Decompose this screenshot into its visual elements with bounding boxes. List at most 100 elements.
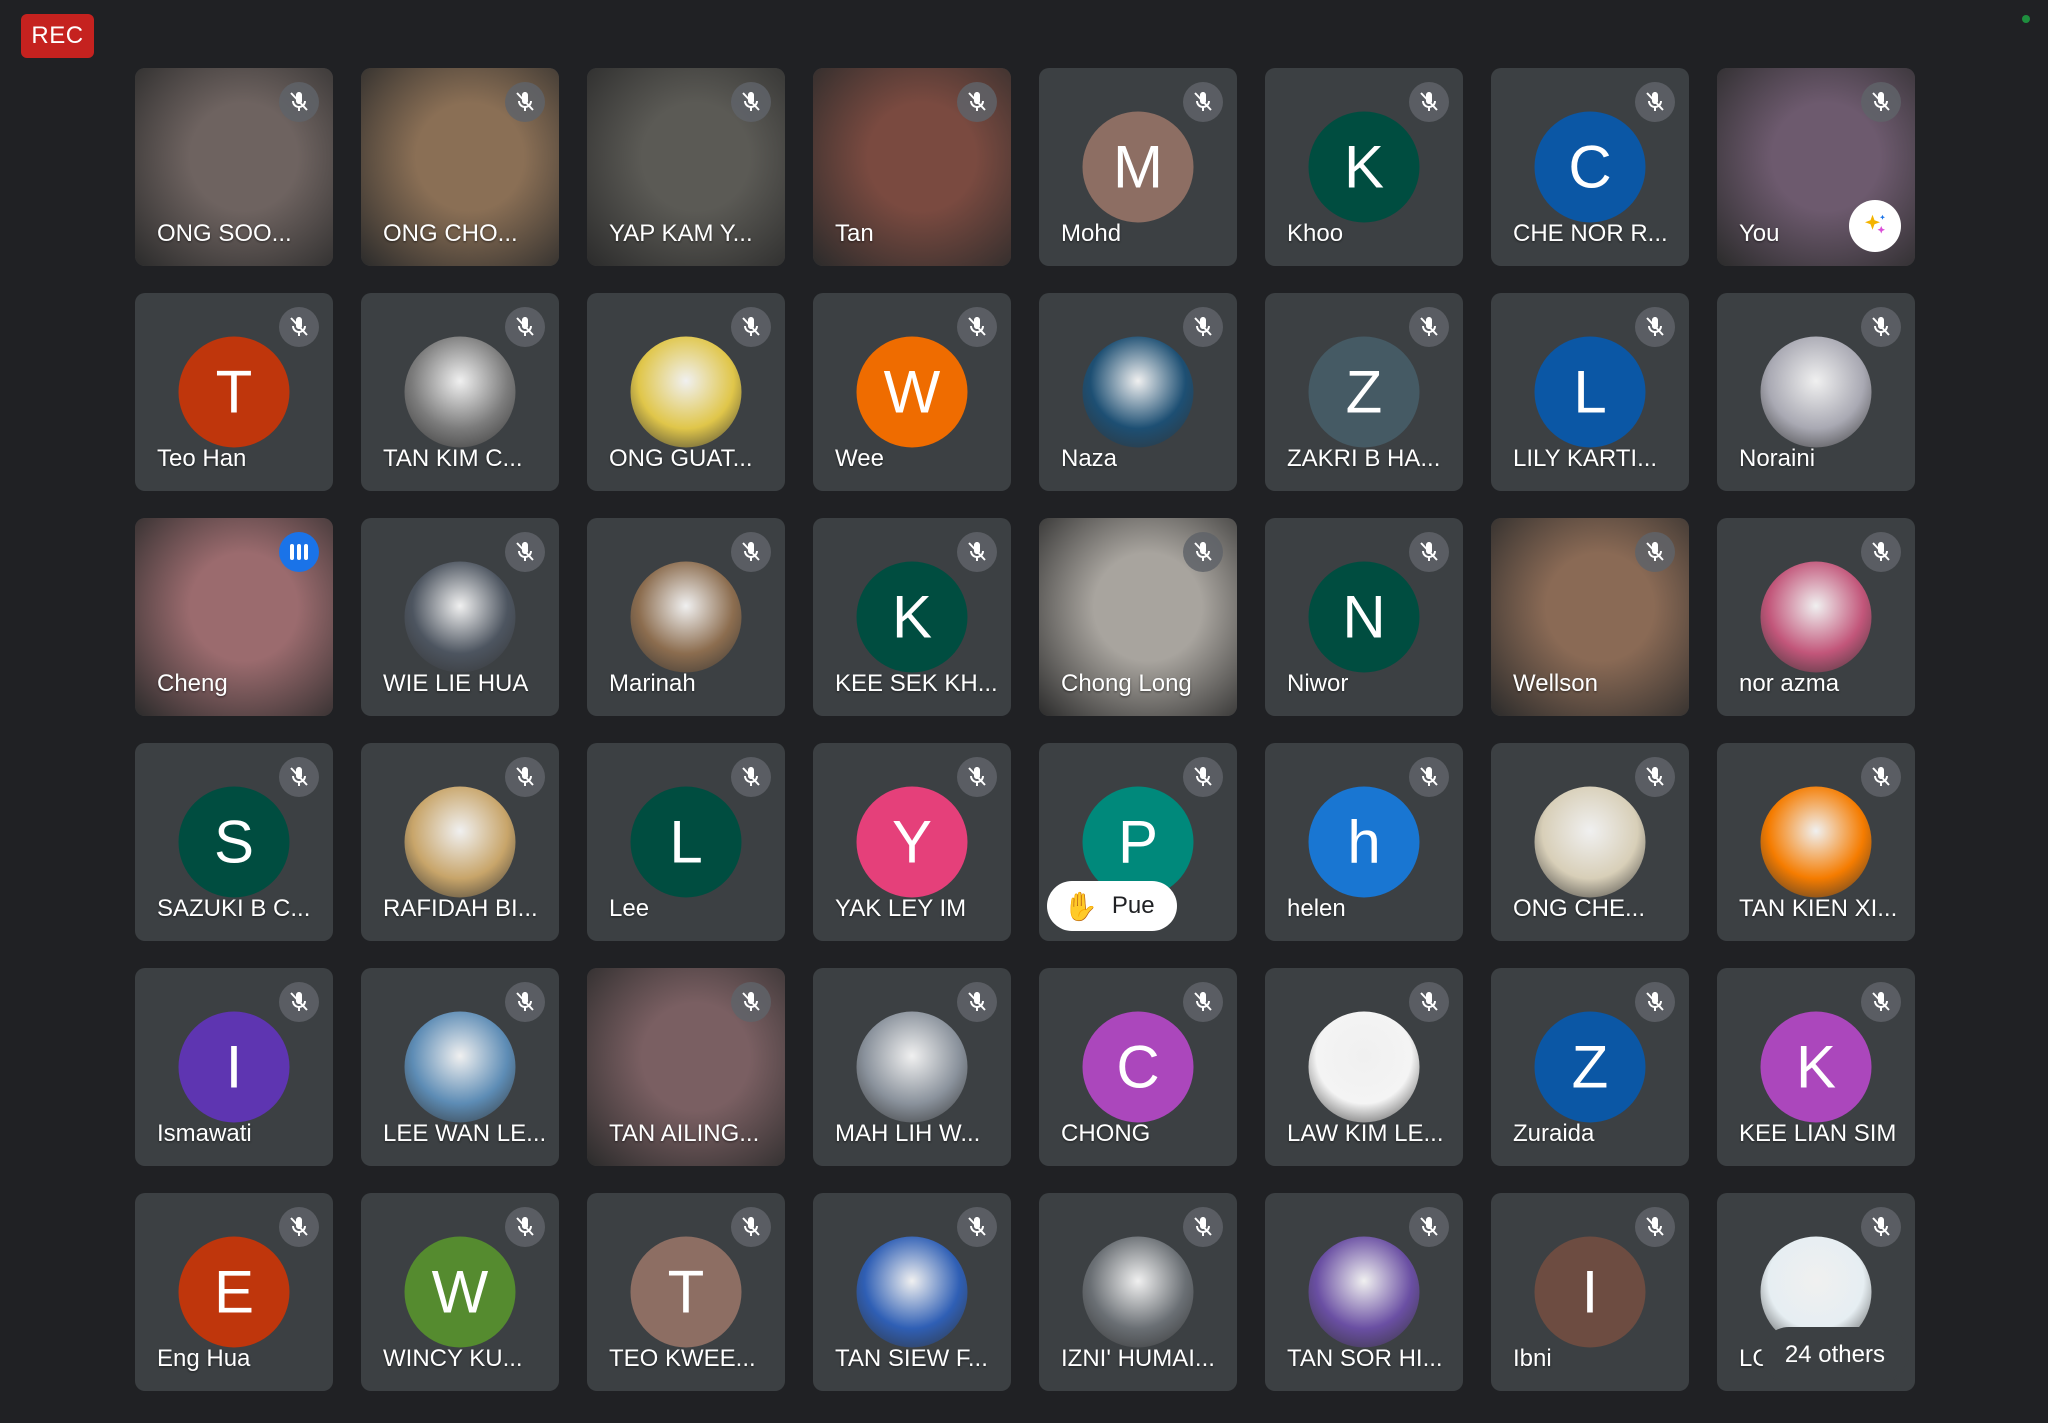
participant-tile[interactable]: ONG CHE... bbox=[1491, 743, 1689, 941]
participant-name: ONG CHE... bbox=[1513, 895, 1646, 922]
participant-tile[interactable]: LEE WAN LE... bbox=[361, 968, 559, 1166]
participant-avatar: Z bbox=[1534, 1011, 1646, 1123]
participant-avatar: E bbox=[178, 1236, 290, 1348]
participant-tile[interactable]: Z Zuraida bbox=[1491, 968, 1689, 1166]
participant-name: Eng Hua bbox=[157, 1345, 251, 1372]
participant-tile[interactable]: RAFIDAH BI... bbox=[361, 743, 559, 941]
mic-off-icon bbox=[1183, 532, 1223, 572]
participant-name: TAN AILING... bbox=[609, 1120, 760, 1147]
participant-tile[interactable]: K KEE LIAN SIM bbox=[1717, 968, 1915, 1166]
mic-off-icon bbox=[505, 757, 545, 797]
participant-tile[interactable]: ONG CHO... bbox=[361, 68, 559, 266]
participant-name: Ismawati bbox=[157, 1120, 252, 1147]
participant-tile[interactable]: T Teo Han bbox=[135, 293, 333, 491]
participant-tile[interactable]: W WINCY KU... bbox=[361, 1193, 559, 1391]
participant-tile[interactable]: Naza bbox=[1039, 293, 1237, 491]
participant-tile[interactable]: IZNI' HUMAI... bbox=[1039, 1193, 1237, 1391]
participant-avatar bbox=[404, 561, 516, 673]
participant-name: Ibni bbox=[1513, 1345, 1552, 1372]
participant-tile[interactable]: L Lee bbox=[587, 743, 785, 941]
participant-avatar: K bbox=[1760, 1011, 1872, 1123]
mic-off-icon bbox=[1409, 757, 1449, 797]
participant-tile[interactable]: Wellson bbox=[1491, 518, 1689, 716]
participant-tile[interactable]: K KEE SEK KH... bbox=[813, 518, 1011, 716]
participant-name: TEO KWEE... bbox=[609, 1345, 756, 1372]
participant-tile[interactable]: M Mohd bbox=[1039, 68, 1237, 266]
mic-off-icon bbox=[957, 532, 997, 572]
participant-tile[interactable]: Noraini bbox=[1717, 293, 1915, 491]
mic-off-icon bbox=[957, 1207, 997, 1247]
participant-tile[interactable]: I Ibni bbox=[1491, 1193, 1689, 1391]
mic-off-icon bbox=[1183, 982, 1223, 1022]
mic-off-icon bbox=[279, 1207, 319, 1247]
participant-tile[interactable]: Chong Long bbox=[1039, 518, 1237, 716]
mic-off-icon bbox=[731, 1207, 771, 1247]
participant-avatar bbox=[404, 1011, 516, 1123]
participant-avatar bbox=[1760, 561, 1872, 673]
mic-off-icon bbox=[1183, 757, 1223, 797]
participant-tile[interactable]: I Ismawati bbox=[135, 968, 333, 1166]
more-participants-button[interactable]: 24 others bbox=[1762, 1329, 1907, 1381]
participant-tile[interactable]: YAP KAM Y... bbox=[587, 68, 785, 266]
participant-tile[interactable]: W Wee bbox=[813, 293, 1011, 491]
participant-tile[interactable]: N Niwor bbox=[1265, 518, 1463, 716]
participant-name: Tan bbox=[835, 220, 874, 247]
participant-tile[interactable]: nor azma bbox=[1717, 518, 1915, 716]
participant-tile[interactable]: K Khoo bbox=[1265, 68, 1463, 266]
participant-avatar: C bbox=[1082, 1011, 1194, 1123]
participant-name: Niwor bbox=[1287, 670, 1349, 697]
participant-avatar bbox=[404, 336, 516, 448]
participant-avatar: W bbox=[856, 336, 968, 448]
participant-tile[interactable]: Tan bbox=[813, 68, 1011, 266]
mic-off-icon bbox=[279, 82, 319, 122]
participant-tile[interactable]: You bbox=[1717, 68, 1915, 266]
mic-off-icon bbox=[1635, 757, 1675, 797]
participant-name: Mohd bbox=[1061, 220, 1122, 247]
participant-avatar bbox=[856, 1011, 968, 1123]
participant-name: LILY KARTI... bbox=[1513, 445, 1658, 472]
participant-name: YAK LEY IM bbox=[835, 895, 967, 922]
participant-tile[interactable]: ONG GUAT... bbox=[587, 293, 785, 491]
participant-tile[interactable]: TAN SIEW F... bbox=[813, 1193, 1011, 1391]
participant-tile[interactable]: Marinah bbox=[587, 518, 785, 716]
participant-avatar bbox=[404, 786, 516, 898]
participant-tile[interactable]: C CHE NOR R... bbox=[1491, 68, 1689, 266]
mic-off-icon bbox=[1409, 1207, 1449, 1247]
participant-avatar: N bbox=[1308, 561, 1420, 673]
participant-tile[interactable]: TAN KIEN XI... bbox=[1717, 743, 1915, 941]
participant-tile[interactable]: Cheng bbox=[135, 518, 333, 716]
participant-avatar bbox=[1308, 1236, 1420, 1348]
participant-tile[interactable]: C CHONG bbox=[1039, 968, 1237, 1166]
participant-name: nor azma bbox=[1739, 670, 1840, 697]
participant-avatar bbox=[1082, 336, 1194, 448]
participant-name: YAP KAM Y... bbox=[609, 220, 753, 247]
participant-tile[interactable]: ONG SOO... bbox=[135, 68, 333, 266]
participant-tile[interactable]: WIE LIE HUA bbox=[361, 518, 559, 716]
mic-off-icon bbox=[731, 307, 771, 347]
participant-tile[interactable]: MAH LIH W... bbox=[813, 968, 1011, 1166]
mic-off-icon bbox=[279, 982, 319, 1022]
participant-tile[interactable]: Z ZAKRI B HA... bbox=[1265, 293, 1463, 491]
participant-tile[interactable]: Y YAK LEY IM bbox=[813, 743, 1011, 941]
mic-off-icon bbox=[279, 307, 319, 347]
participant-tile[interactable]: h helen bbox=[1265, 743, 1463, 941]
participant-tile[interactable]: T TEO KWEE... bbox=[587, 1193, 785, 1391]
mic-off-icon bbox=[505, 307, 545, 347]
participant-name: CHE NOR R... bbox=[1513, 220, 1668, 247]
mic-off-icon bbox=[1409, 532, 1449, 572]
participant-tile[interactable]: TAN KIM C... bbox=[361, 293, 559, 491]
participant-name: ONG SOO... bbox=[157, 220, 292, 247]
mic-off-icon bbox=[1861, 757, 1901, 797]
participant-tile[interactable]: TAN SOR HI... bbox=[1265, 1193, 1463, 1391]
participant-tile[interactable]: P ✋ Pue bbox=[1039, 743, 1237, 941]
participant-tile[interactable]: L LILY KARTI... bbox=[1491, 293, 1689, 491]
participant-avatar: I bbox=[178, 1011, 290, 1123]
participant-tile[interactable]: TAN AILING... bbox=[587, 968, 785, 1166]
participant-tile[interactable]: LAW KIM LE... bbox=[1265, 968, 1463, 1166]
participant-avatar: L bbox=[1534, 336, 1646, 448]
participant-tile[interactable]: LC 24 others bbox=[1717, 1193, 1915, 1391]
participant-tile[interactable]: E Eng Hua bbox=[135, 1193, 333, 1391]
participant-name: RAFIDAH BI... bbox=[383, 895, 538, 922]
sparkle-icon[interactable] bbox=[1849, 200, 1901, 252]
participant-tile[interactable]: S SAZUKI B C... bbox=[135, 743, 333, 941]
